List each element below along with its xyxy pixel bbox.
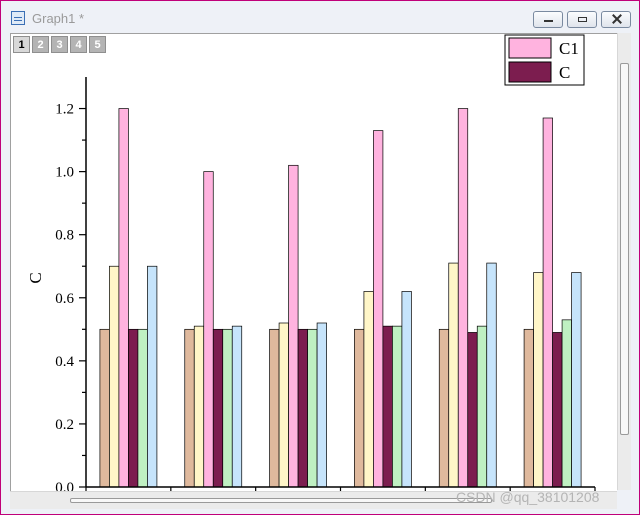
y-tick-label: 0.4: [55, 354, 74, 370]
legend-label-c: C: [559, 63, 570, 82]
bar-series-4-group-2: [212, 328, 224, 488]
bar-series-4-group-3: [297, 328, 308, 488]
y-tick-label: 0.8: [55, 228, 74, 244]
y-axis: 0.0 0.2 0.4 0.6 0.8 1.0 1.2: [55, 77, 87, 491]
y-tick-label: 0.0: [55, 480, 74, 491]
bar-series-3-group-5: [457, 108, 469, 488]
bar-series-2-group-6: [533, 272, 544, 488]
y-tick-label: 1.2: [55, 102, 74, 118]
bar-series-4-group-4: [382, 325, 393, 488]
minimize-button[interactable]: [533, 11, 563, 28]
y-axis-label: C: [26, 272, 45, 283]
bar-series-5-group-5: [476, 325, 488, 488]
bar-series-1-group-4: [354, 328, 365, 488]
bar-series-5-group-1: [137, 328, 148, 488]
bar-series-2-group-3: [278, 322, 289, 488]
bar-series-5-group-6: [561, 319, 572, 488]
bar-series-5-group-3: [307, 328, 318, 488]
bar-series-1-group-5: [438, 328, 450, 488]
horizontal-scroll-thumb[interactable]: [70, 498, 492, 503]
bar-series-3-group-3: [288, 164, 299, 488]
bars: [99, 108, 582, 488]
y-tick-label: 0.2: [55, 417, 74, 433]
restore-icon: [578, 17, 587, 22]
window-title: Graph1 *: [32, 11, 85, 26]
bar-series-4-group-1: [128, 328, 139, 488]
bar-series-6-group-1: [147, 265, 158, 488]
bar-series-3-group-2: [203, 171, 214, 488]
minimize-icon: [544, 20, 553, 22]
bar-series-4-group-6: [552, 332, 563, 488]
legend-swatch-c1: [508, 37, 552, 59]
bar-series-3-group-6: [542, 117, 553, 488]
y-tick-label: 1.0: [55, 165, 74, 181]
bar-chart[interactable]: 0.0 0.2 0.4 0.6 0.8 1.0 1.2 C C1 C: [11, 34, 617, 491]
bar-series-5-group-4: [392, 325, 403, 488]
bar-series-2-group-1: [109, 265, 120, 488]
legend[interactable]: C1 C: [504, 34, 585, 86]
bar-series-6-group-2: [231, 325, 243, 488]
vertical-scrollbar[interactable]: [617, 33, 631, 490]
vertical-scroll-thumb[interactable]: [620, 63, 629, 435]
title-bar[interactable]: Graph1 *: [1, 1, 639, 31]
bar-series-4-group-5: [467, 332, 478, 488]
graph-window: Graph1 * 1 2 3 4 5 0.0 0.2 0.4 0.6 0.8 1.0 1.2…: [0, 0, 640, 515]
bar-series-3-group-1: [118, 108, 129, 488]
bar-series-1-group-3: [269, 328, 280, 488]
bar-series-6-group-4: [401, 291, 412, 488]
graph-canvas[interactable]: 1 2 3 4 5 0.0 0.2 0.4 0.6 0.8 1.0 1.2 C C1 C: [10, 33, 617, 491]
graph-window-icon[interactable]: [11, 11, 25, 25]
y-tick-label: 0.6: [55, 291, 74, 307]
bar-series-1-group-2: [184, 328, 195, 488]
bar-series-2-group-4: [363, 291, 374, 488]
bar-series-6-group-5: [486, 262, 497, 488]
restore-button[interactable]: [567, 11, 597, 28]
bar-series-3-group-4: [373, 130, 384, 488]
bar-series-2-group-5: [448, 262, 459, 488]
close-button[interactable]: [601, 11, 631, 28]
watermark: CSDN @qq_38101208: [456, 489, 600, 505]
bar-series-5-group-2: [222, 328, 233, 488]
legend-label-c1: C1: [559, 39, 579, 58]
bar-series-6-group-6: [571, 272, 582, 488]
bar-series-2-group-2: [193, 325, 205, 488]
legend-swatch-c: [508, 61, 552, 83]
bar-series-1-group-6: [523, 328, 534, 488]
bar-series-6-group-3: [316, 322, 327, 488]
close-icon: [611, 13, 623, 25]
bar-series-1-group-1: [99, 328, 110, 488]
